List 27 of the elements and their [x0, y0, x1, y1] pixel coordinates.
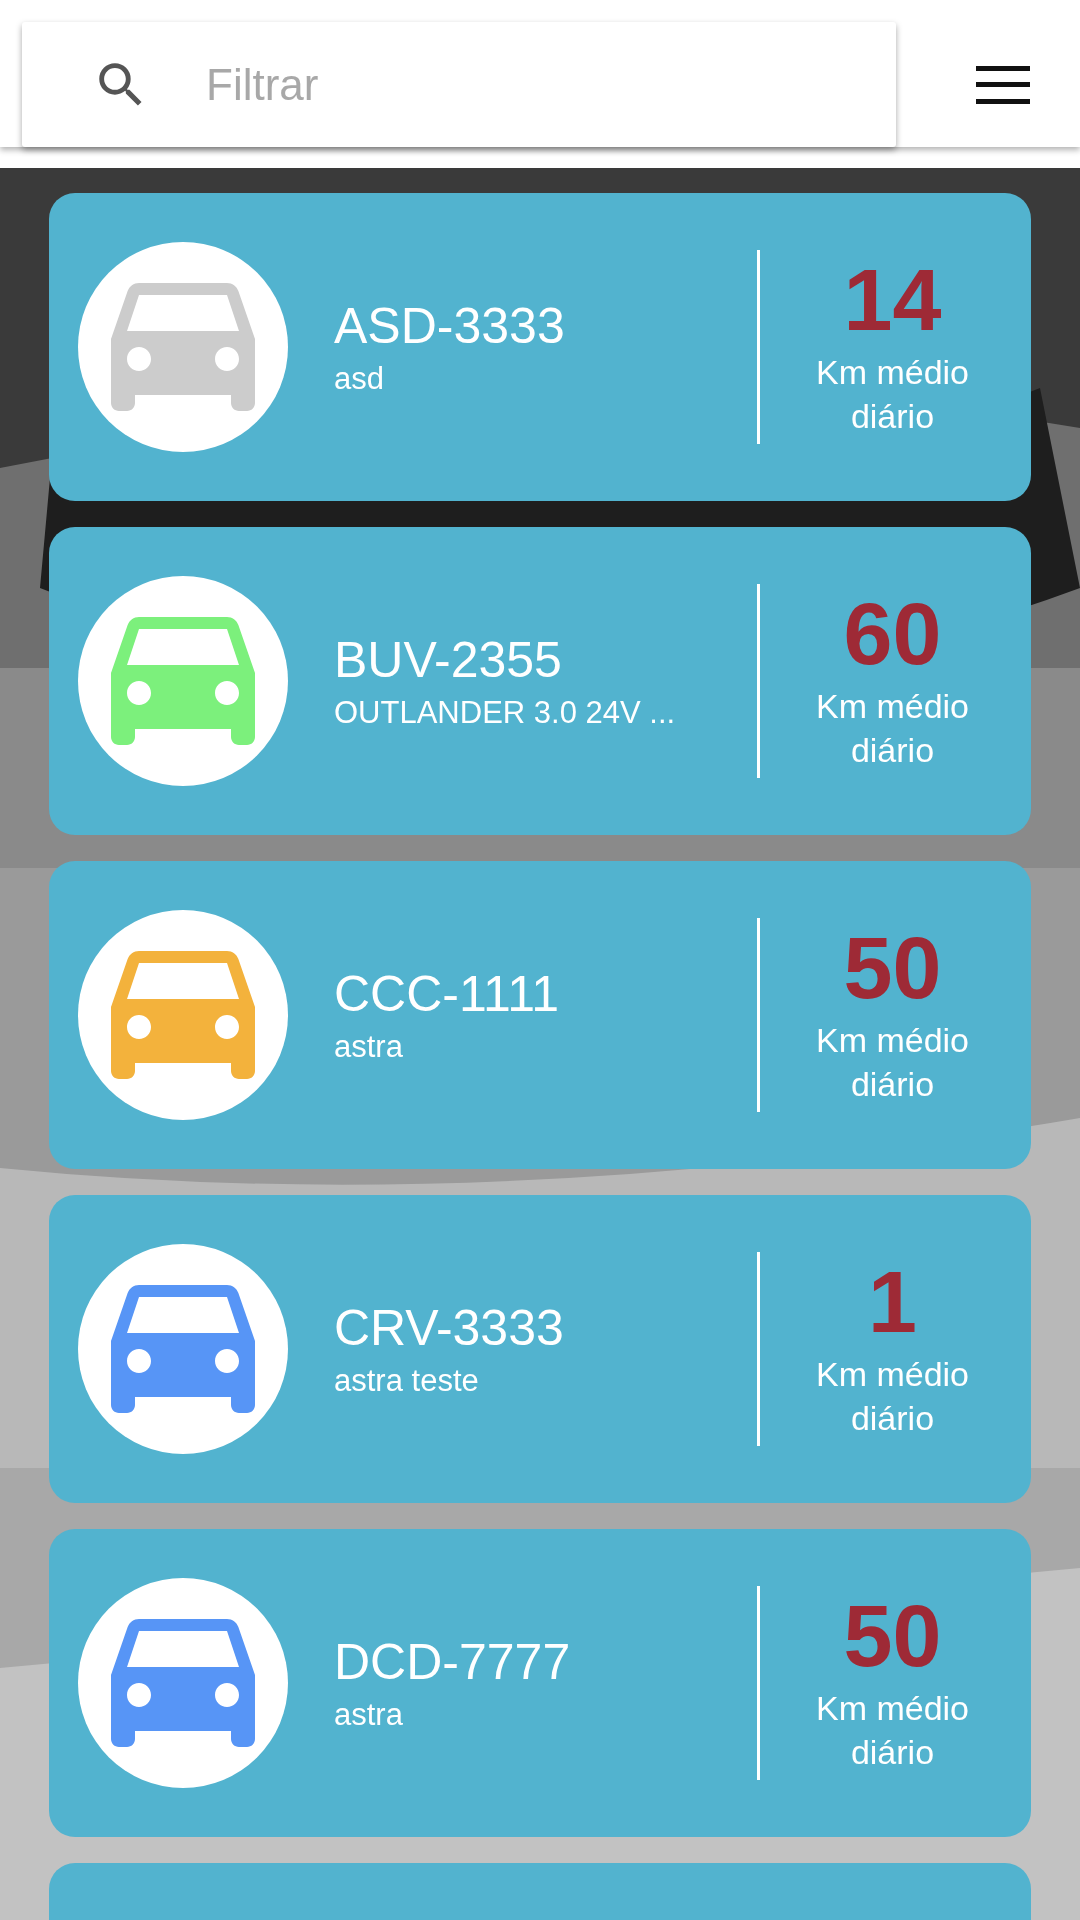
- model-name: astra teste: [334, 1363, 480, 1399]
- km-value: 50: [843, 923, 942, 1012]
- model-name: astra: [334, 1697, 404, 1733]
- model-name: OUTLANDER 3.0 24V ...: [334, 695, 677, 731]
- km-value: 14: [843, 255, 942, 344]
- km-label: Km médio diário: [814, 1019, 971, 1105]
- plate-number: ASD-3333: [334, 297, 566, 355]
- model-name: asd: [334, 361, 385, 397]
- plate-number: CCC-1111: [334, 965, 561, 1023]
- search-field[interactable]: Filtrar: [204, 58, 808, 111]
- menu-icon[interactable]: [976, 66, 1030, 104]
- plate-number: CRV-3333: [334, 1299, 565, 1357]
- km-label: Km médio diário: [814, 1353, 971, 1439]
- vehicle-card[interactable]: CCC-1111 astra 50 Km médio diário: [49, 861, 1031, 1169]
- km-value: 50: [843, 1591, 942, 1680]
- vehicle-card[interactable]: BUV-2355 OUTLANDER 3.0 24V ... 60 Km médio diário: [49, 527, 1031, 835]
- vehicle-card[interactable]: ASD-3333 asd 14 Km médio diário: [49, 193, 1031, 501]
- km-value: 1: [868, 1257, 917, 1346]
- model-name: astra: [334, 1029, 404, 1065]
- km-label: Km médio diário: [814, 685, 971, 771]
- vehicle-card[interactable]: CRV-3333 astra teste 1 Km médio diário: [49, 1195, 1031, 1503]
- plate-number: DCD-7777: [334, 1633, 572, 1691]
- km-label: Km médio diário: [814, 1687, 971, 1773]
- plate-number: BUV-2355: [334, 631, 563, 689]
- vehicle-card[interactable]: DCD-7777 astra 50 Km médio diário: [49, 1529, 1031, 1837]
- km-label: Km médio diário: [814, 351, 971, 437]
- km-value: 60: [843, 589, 942, 678]
